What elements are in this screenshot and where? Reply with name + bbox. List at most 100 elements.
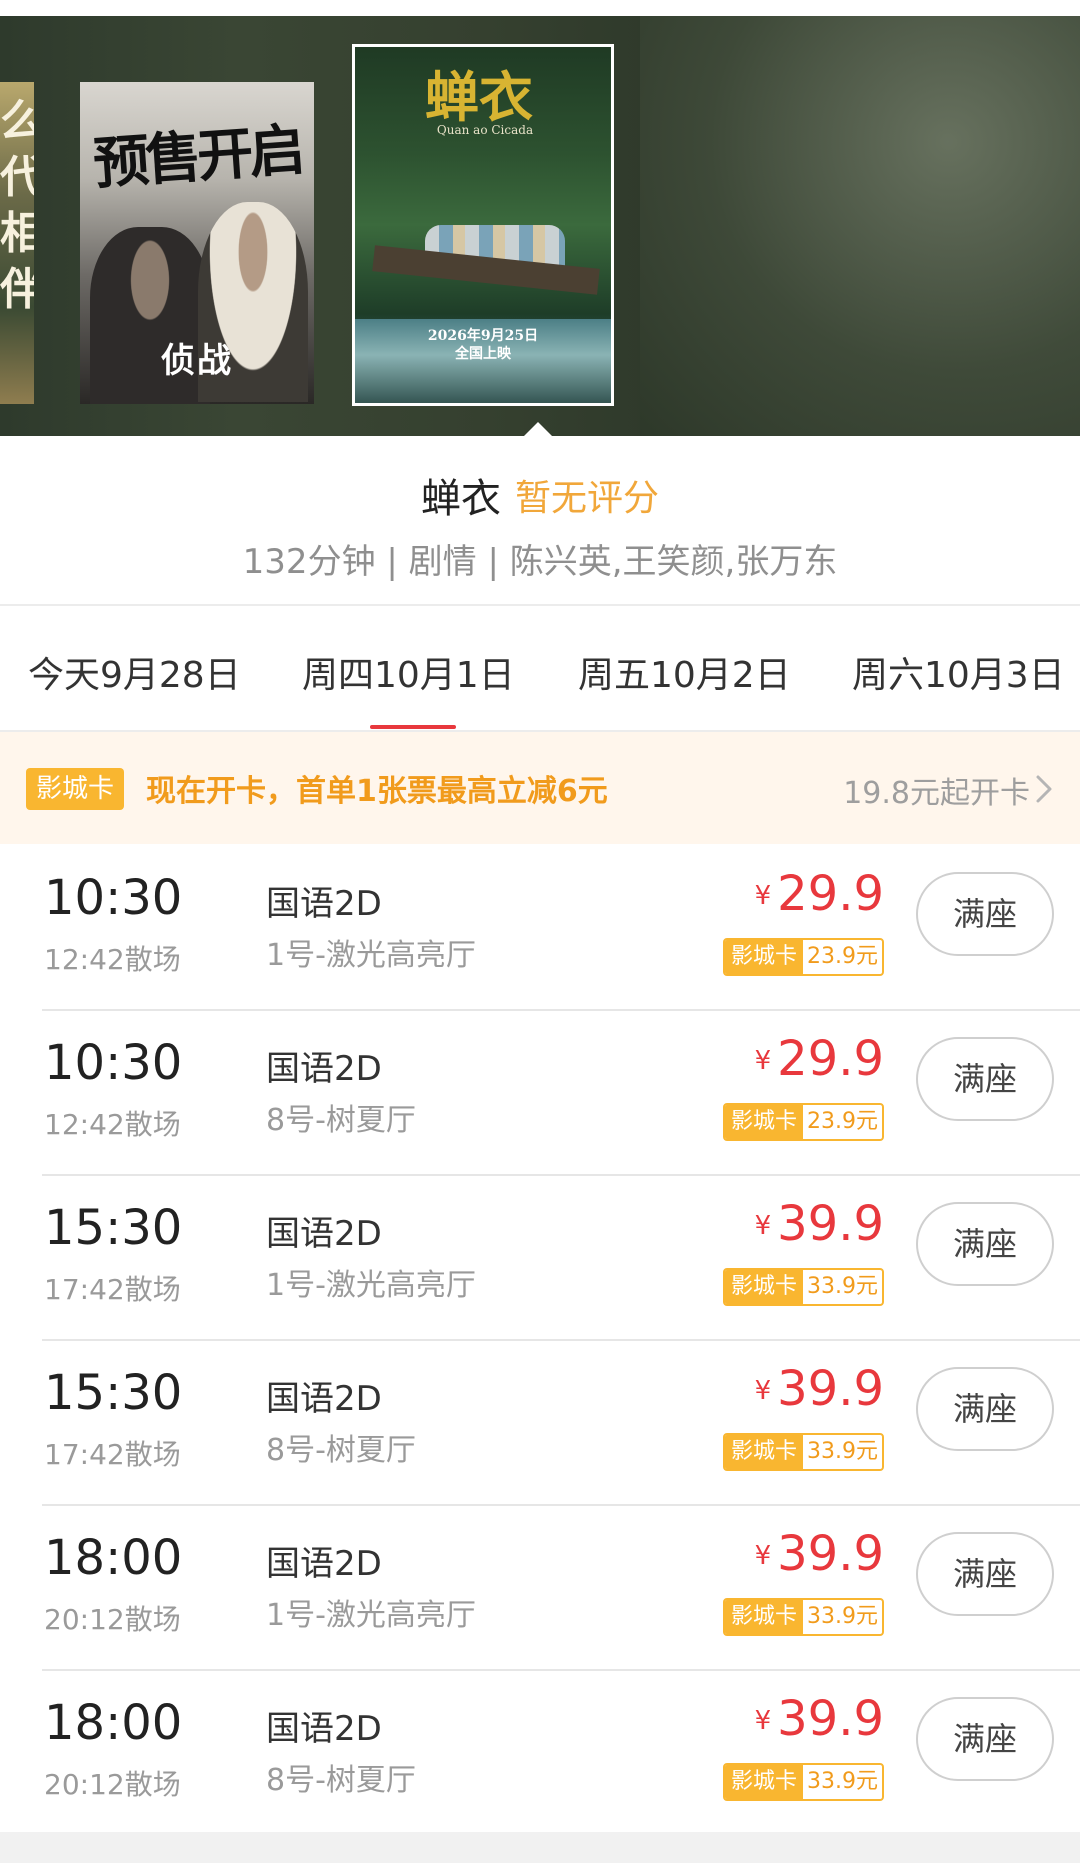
start-time: 18:00 — [44, 1695, 183, 1751]
end-time: 17:42散场 — [44, 1438, 181, 1471]
price-amount: 39.9 — [777, 1361, 884, 1417]
sold-out-button[interactable]: 满座 — [916, 1532, 1054, 1616]
poster-previous-partial[interactable]: 么 代 相 伴 — [0, 82, 34, 404]
sold-out-button[interactable]: 满座 — [916, 1037, 1054, 1121]
top-divider — [0, 0, 1080, 16]
ticket-price: ¥29.9 — [755, 866, 884, 922]
date-tab-oct3[interactable]: 周六10月3日 — [852, 646, 1065, 698]
card-price: 33.9元 — [807, 1439, 878, 1464]
start-time: 15:30 — [44, 1200, 183, 1256]
poster-subtitle: 侦战 — [161, 341, 233, 381]
start-time: 10:30 — [44, 870, 183, 926]
ticket-price: ¥29.9 — [755, 1031, 884, 1087]
currency-symbol: ¥ — [754, 1046, 772, 1076]
active-tab-indicator — [370, 725, 456, 729]
price-amount: 39.9 — [777, 1196, 884, 1252]
showtime-row[interactable]: 15:30 17:42散场 国语2D 1号-激光高亮厅 ¥39.9 影城卡 33.… — [0, 1176, 1080, 1341]
start-time: 18:00 — [44, 1530, 183, 1586]
sold-out-button[interactable]: 满座 — [916, 872, 1054, 956]
card-label: 影城卡 — [724, 1270, 803, 1304]
card-price-badge: 影城卡 33.9元 — [722, 1433, 884, 1471]
selected-pointer-icon — [524, 422, 552, 436]
end-time: 17:42散场 — [44, 1273, 181, 1306]
ticket-price: ¥39.9 — [755, 1361, 884, 1417]
card-label: 影城卡 — [724, 1105, 803, 1139]
showtime-list: 10:30 12:42散场 国语2D 1号-激光高亮厅 ¥29.9 影城卡 23.… — [0, 846, 1080, 1836]
ticket-price: ¥39.9 — [755, 1691, 884, 1747]
language-format: 国语2D — [266, 1049, 382, 1089]
carousel-background — [640, 16, 1080, 436]
movie-meta: 132分钟 | 剧情 | 陈兴英,王笑颜,张万东 — [242, 542, 838, 582]
hall-name: 1号-激光高亮厅 — [266, 1268, 476, 1303]
poster-zhenzhan[interactable]: 预售开启 侦战 — [80, 82, 314, 404]
sold-out-button[interactable]: 满座 — [916, 1697, 1054, 1781]
card-label: 影城卡 — [724, 1435, 803, 1469]
date-tab-oct1[interactable]: 周四10月1日 — [302, 646, 515, 698]
poster-english-title: Quan ao Cicada — [436, 123, 534, 137]
card-price-badge: 影城卡 23.9元 — [722, 1103, 884, 1141]
promo-text: 现在开卡，首单1张票最高立减6元 — [146, 774, 608, 809]
card-price: 23.9元 — [807, 944, 878, 969]
language-format: 国语2D — [266, 1709, 382, 1749]
language-format: 国语2D — [266, 884, 382, 924]
cinema-card-promo[interactable]: 影城卡 现在开卡，首单1张票最高立减6元 19.8元起开卡 — [0, 732, 1080, 844]
movie-title-row: 蝉衣 暂无评分 — [0, 466, 1080, 524]
currency-symbol: ¥ — [754, 1541, 772, 1571]
showtime-row[interactable]: 15:30 17:42散场 国语2D 8号-树夏厅 ¥39.9 影城卡 33.9元… — [0, 1341, 1080, 1506]
price-amount: 29.9 — [777, 1031, 884, 1087]
end-time: 12:42散场 — [44, 943, 181, 976]
date-tabs: 今天9月28日 周四10月1日 周五10月2日 周六10月3日 — [0, 606, 1080, 730]
movie-title: 蝉衣 — [420, 476, 501, 522]
hall-name: 8号-树夏厅 — [266, 1433, 416, 1468]
price-amount: 29.9 — [777, 866, 884, 922]
poster-title: 预售开启 — [91, 116, 304, 198]
card-price-badge: 影城卡 23.9元 — [722, 938, 884, 976]
start-time: 10:30 — [44, 1035, 183, 1091]
card-label: 影城卡 — [724, 1600, 803, 1634]
hall-name: 8号-树夏厅 — [266, 1103, 416, 1138]
start-time: 15:30 — [44, 1365, 183, 1421]
language-format: 国语2D — [266, 1379, 382, 1419]
showtime-row[interactable]: 18:00 20:12散场 国语2D 8号-树夏厅 ¥39.9 影城卡 33.9元… — [0, 1671, 1080, 1836]
chevron-right-icon — [1036, 775, 1052, 803]
showtime-row[interactable]: 18:00 20:12散场 国语2D 1号-激光高亮厅 ¥39.9 影城卡 33.… — [0, 1506, 1080, 1671]
card-price: 33.9元 — [807, 1769, 878, 1794]
sold-out-button[interactable]: 满座 — [916, 1367, 1054, 1451]
currency-symbol: ¥ — [754, 1706, 772, 1736]
ticket-price: ¥39.9 — [755, 1196, 884, 1252]
card-label: 影城卡 — [724, 1765, 803, 1799]
card-price-badge: 影城卡 33.9元 — [722, 1268, 884, 1306]
hall-name: 1号-激光高亮厅 — [266, 938, 476, 973]
poster-chanyi-selected[interactable]: 蝉衣 Quan ao Cicada 2026年9月25日 全国上映 — [352, 44, 614, 406]
card-price: 33.9元 — [807, 1604, 878, 1629]
date-tab-oct2[interactable]: 周五10月2日 — [578, 646, 791, 698]
currency-symbol: ¥ — [754, 881, 772, 911]
poster-carousel[interactable]: 么 代 相 伴 预售开启 侦战 蝉衣 Quan ao Cicada 2026年9… — [0, 0, 1080, 436]
ticket-price: ¥39.9 — [755, 1526, 884, 1582]
end-time: 20:12散场 — [44, 1768, 181, 1801]
currency-symbol: ¥ — [754, 1376, 772, 1406]
end-time: 20:12散场 — [44, 1603, 181, 1636]
showtime-row[interactable]: 10:30 12:42散场 国语2D 1号-激光高亮厅 ¥29.9 影城卡 23.… — [0, 846, 1080, 1011]
end-time: 12:42散场 — [44, 1108, 181, 1141]
poster-left-text: 么 代 相 伴 — [0, 96, 34, 315]
language-format: 国语2D — [266, 1214, 382, 1254]
card-price-badge: 影城卡 33.9元 — [722, 1763, 884, 1801]
poster-release-date: 2026年9月25日 全国上映 — [427, 328, 539, 362]
price-amount: 39.9 — [777, 1691, 884, 1747]
date-tab-today[interactable]: 今天9月28日 — [28, 646, 241, 698]
card-price-badge: 影城卡 33.9元 — [722, 1598, 884, 1636]
card-price: 33.9元 — [807, 1274, 878, 1299]
hall-name: 8号-树夏厅 — [266, 1763, 416, 1798]
showtime-row[interactable]: 10:30 12:42散场 国语2D 8号-树夏厅 ¥29.9 影城卡 23.9元… — [0, 1011, 1080, 1176]
language-format: 国语2D — [266, 1544, 382, 1584]
sold-out-button[interactable]: 满座 — [916, 1202, 1054, 1286]
open-card-link[interactable]: 19.8元起开卡 — [843, 768, 1030, 812]
poster-title: 蝉衣 — [425, 65, 533, 129]
hall-name: 1号-激光高亮厅 — [266, 1598, 476, 1633]
price-amount: 39.9 — [777, 1526, 884, 1582]
cinema-card-badge: 影城卡 — [26, 768, 125, 810]
card-label: 影城卡 — [724, 940, 803, 974]
card-price: 23.9元 — [807, 1109, 878, 1134]
bottom-edge — [0, 1832, 1080, 1863]
